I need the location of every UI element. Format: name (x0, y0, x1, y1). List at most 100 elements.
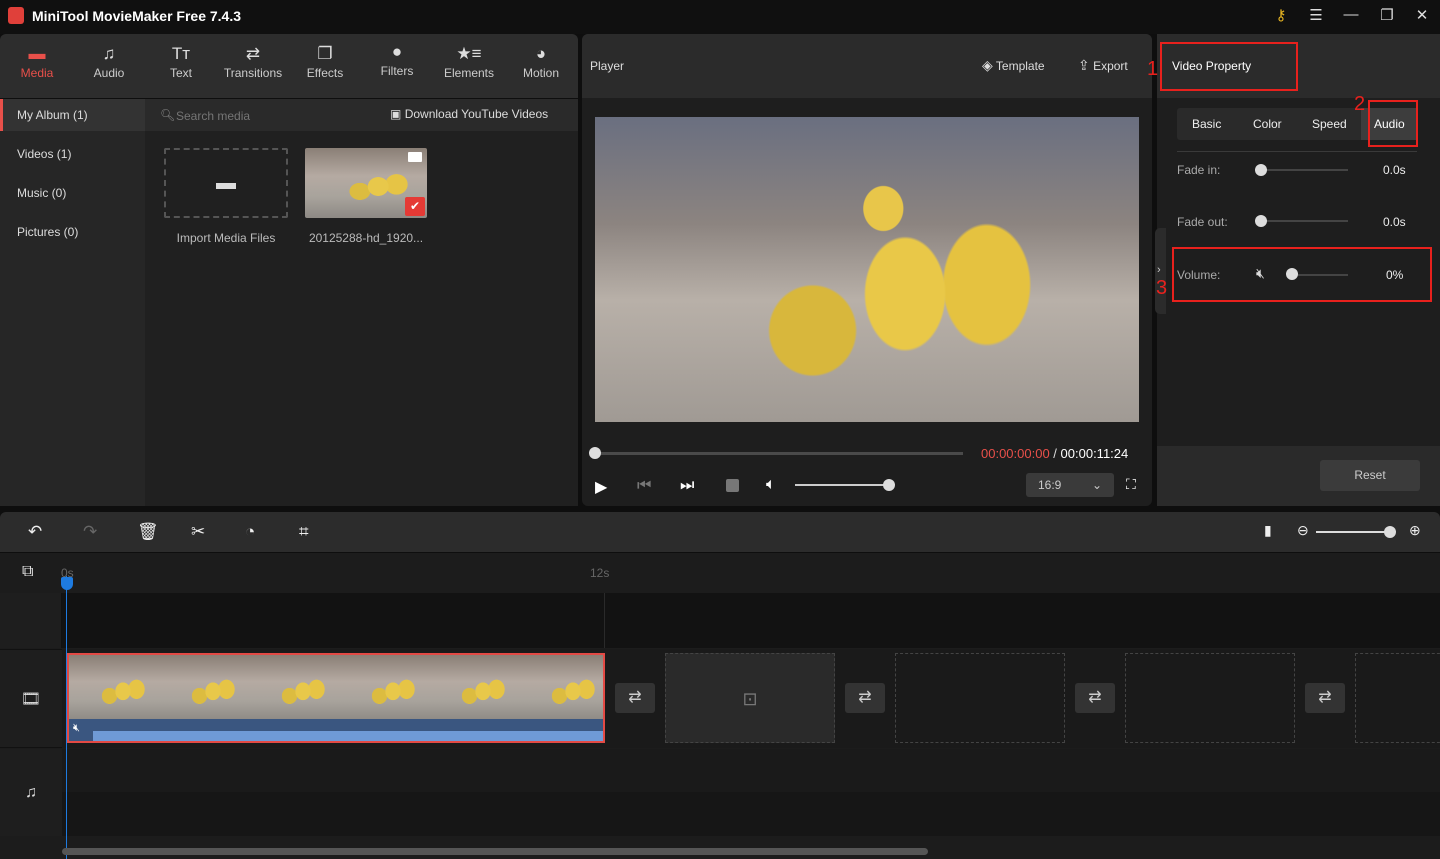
tab-elements[interactable]: ★≡ Elements (434, 44, 504, 80)
film-icon: 🎞︎ (20, 691, 42, 708)
add-track-icon[interactable]: ⧉ (22, 563, 33, 581)
transition-button[interactable]: ⇄ (1305, 683, 1345, 713)
aspect-ratio-select[interactable]: 16:9 ⌄ (1026, 473, 1114, 497)
transition-button[interactable]: ⇄ (845, 683, 885, 713)
fade-in-label: Fade in: (1177, 163, 1221, 177)
fullscreen-icon[interactable]: ⛶ (1126, 476, 1136, 493)
transition-button[interactable]: ⇄ (615, 683, 655, 713)
tab-speed[interactable]: Speed (1312, 117, 1347, 131)
player-header (582, 34, 1152, 98)
key-icon[interactable]: ⚷ (1269, 6, 1293, 24)
tab-label: Audio (93, 66, 125, 80)
play-button[interactable]: ▶ (595, 477, 607, 497)
tab-effects[interactable]: ❐ Effects (290, 44, 360, 80)
tab-motion[interactable]: ◕ Motion (506, 44, 576, 80)
template-button[interactable]: ◈ Template (982, 57, 1045, 74)
menu-icon[interactable]: ☰ (1304, 6, 1328, 24)
youtube-download-icon: ▣ (390, 107, 402, 121)
video-camera-icon (408, 152, 422, 162)
fade-in-value: 0.0s (1383, 163, 1406, 177)
template-label: Template (995, 59, 1045, 73)
player-volume-slider[interactable] (795, 484, 887, 486)
seek-knob[interactable] (589, 447, 601, 459)
sidebar-item-music[interactable]: Music (0) (0, 177, 145, 209)
annotation-box-2 (1368, 100, 1418, 147)
video-track-header: 🎞︎ (0, 649, 62, 748)
music-icon: ♫ (102, 44, 116, 63)
annotation-number-3: 3 (1156, 277, 1168, 299)
collapse-panel-handle[interactable]: › (1155, 228, 1166, 314)
close-icon[interactable]: ✕ (1410, 6, 1434, 24)
fade-in-slider[interactable] (1260, 169, 1348, 171)
fade-in-knob[interactable] (1255, 164, 1267, 176)
next-frame-button[interactable]: ⏭︎ (680, 477, 694, 495)
tab-label: Text (169, 66, 192, 80)
timeline-zoom-knob[interactable] (1384, 526, 1396, 538)
selected-check-icon: ✔ (405, 197, 425, 216)
search-icon: 🔍︎ (160, 108, 176, 122)
zoom-in-icon[interactable]: ⊕ (1409, 522, 1421, 539)
sidebar-item-pictures[interactable]: Pictures (0) (0, 216, 145, 248)
tab-audio[interactable]: ♫ Audio (74, 44, 144, 80)
previous-frame-button[interactable]: ⏮︎ (637, 477, 651, 495)
empty-slot[interactable] (1125, 653, 1295, 743)
annotation-number-2: 2 (1354, 93, 1366, 115)
tab-media[interactable]: ▬ Media (2, 44, 72, 80)
empty-track (62, 593, 1440, 648)
export-button[interactable]: ⇪ Export (1078, 57, 1128, 74)
total-time: 00:00:11:24 (1060, 446, 1129, 461)
reset-button[interactable]: Reset (1320, 460, 1420, 491)
tab-label: Elements (443, 66, 495, 80)
download-youtube-button[interactable]: ▣ Download YouTube Videos (390, 107, 548, 121)
video-preview (595, 117, 1139, 422)
volume-icon[interactable]: 🔈︎ (766, 476, 776, 494)
player-volume-knob[interactable] (883, 479, 895, 491)
tab-filters[interactable]: ● Filters (362, 42, 432, 78)
divider (1177, 151, 1417, 152)
playhead-handle[interactable] (61, 577, 73, 590)
import-label: Import Media Files (176, 231, 276, 245)
aspect-ratio-value: 16:9 (1038, 478, 1062, 492)
export-label: Export (1093, 59, 1128, 73)
drop-slot[interactable]: ⊡ (665, 653, 835, 743)
horizontal-scrollbar[interactable] (62, 848, 928, 855)
annotation-box-3 (1172, 247, 1432, 302)
crop-icon[interactable]: ⌗ (299, 522, 309, 542)
tab-text[interactable]: Tт Text (146, 44, 216, 80)
fade-out-slider[interactable] (1260, 220, 1348, 222)
empty-slot[interactable] (895, 653, 1065, 743)
empty-slot[interactable] (1355, 653, 1440, 743)
sidebar-item-videos[interactable]: Videos (1) (0, 138, 145, 170)
playhead[interactable] (66, 576, 67, 859)
delete-icon[interactable]: 🗑︎ (137, 522, 159, 542)
timeline-zoom-slider[interactable] (1316, 531, 1390, 533)
waveform-fill (93, 731, 603, 741)
transition-button[interactable]: ⇄ (1075, 683, 1115, 713)
stop-button[interactable] (726, 479, 739, 492)
layers-icon: ◈ (982, 57, 993, 73)
motion-icon: ◕ (535, 44, 547, 63)
fade-out-knob[interactable] (1255, 215, 1267, 227)
app-title: MiniTool MovieMaker Free 7.4.3 (32, 8, 242, 24)
undo-icon[interactable]: ↶ (28, 522, 42, 542)
scissors-icon[interactable]: ✂ (191, 522, 205, 542)
zoom-out-icon[interactable]: ⊖ (1297, 522, 1309, 539)
tab-color[interactable]: Color (1253, 117, 1282, 131)
import-media-button[interactable]: ▬ (164, 148, 288, 218)
redo-icon[interactable]: ↷ (83, 522, 97, 542)
time-display: 00:00:00:00 / 00:00:11:24 (981, 446, 1128, 461)
seek-bar[interactable] (595, 452, 963, 455)
minimize-icon[interactable]: — (1339, 6, 1363, 23)
folder-icon: ▬ (28, 44, 46, 63)
maximize-icon[interactable]: ❐ (1375, 6, 1399, 24)
tab-basic[interactable]: Basic (1192, 117, 1221, 131)
music-icon: ♫ (25, 784, 37, 801)
tab-label: Motion (522, 66, 560, 80)
tab-transitions[interactable]: ⇄ Transitions (218, 44, 288, 80)
folder-icon: ▬ (216, 172, 236, 194)
speed-icon[interactable]: ◔ (245, 522, 255, 542)
fit-timeline-icon[interactable]: ▮ (1264, 522, 1272, 539)
search-input[interactable] (176, 106, 356, 126)
drop-media-icon: ⊡ (742, 689, 758, 709)
sidebar-item-my-album[interactable]: My Album (1) (0, 99, 145, 131)
